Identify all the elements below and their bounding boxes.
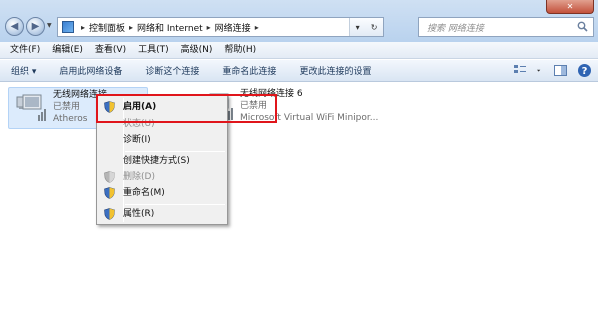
highlight-annotation-box [96,94,277,123]
recent-pages-dropdown[interactable]: ▼ [47,22,52,29]
back-button[interactable]: ◀ [5,17,24,36]
menu-item-label: 重命名(M) [123,188,165,198]
title-bar: ✕ ◀ ▶ ▼ ▸ 控制面板 ▸ 网络和 Internet ▸ 网络连接 ▸ ▾… [0,0,598,42]
refresh-button[interactable]: ↻ [371,23,378,32]
change-settings-button[interactable]: 更改此连接的设置 [299,64,371,77]
menu-item-label: 创建快捷方式(S) [123,156,190,166]
breadcrumb-separator[interactable]: ▸ [207,23,211,32]
breadcrumb-separator[interactable]: ▸ [81,23,85,32]
chevron-down-icon[interactable] [537,63,544,78]
search-placeholder: 搜索 网络连接 [427,23,484,34]
menu-item-label: 删除(D) [123,172,155,182]
uac-shield-icon [104,208,115,220]
uac-shield-icon [104,187,115,199]
menu-help[interactable]: 帮助(H) [218,42,262,58]
enable-device-button[interactable]: 启用此网络设备 [59,64,122,77]
breadcrumb-separator[interactable]: ▸ [255,23,259,32]
forward-button[interactable]: ▶ [26,17,45,36]
uac-shield-icon [104,171,115,183]
svg-text:?: ? [582,66,588,77]
breadcrumb-network-internet[interactable]: 网络和 Internet [137,21,203,34]
menu-view[interactable]: 查看(V) [89,42,132,58]
preview-pane-icon[interactable] [553,63,568,78]
command-bar: 组织 ▾ 启用此网络设备 诊断这个连接 重命名此连接 更改此连接的设置 ? [0,60,598,82]
search-input[interactable]: 搜索 网络连接 [418,17,594,37]
rename-button[interactable]: 重命名此连接 [222,64,276,77]
menu-item-label: 诊断(I) [123,135,151,145]
breadcrumb-network-connections[interactable]: 网络连接 [215,21,251,34]
menu-item-label: 属性(R) [123,209,155,219]
menu-bar: 文件(F) 编辑(E) 查看(V) 工具(T) 高级(N) 帮助(H) [0,42,598,59]
menu-item-rename[interactable]: 重命名(M) [99,185,225,201]
address-bar[interactable]: ▸ 控制面板 ▸ 网络和 Internet ▸ 网络连接 ▸ ▾ ↻ [57,17,384,37]
breadcrumb-separator[interactable]: ▸ [129,23,133,32]
view-controls: ? [513,63,592,78]
control-panel-icon [62,21,74,33]
address-dropdown-button[interactable]: ▾ [356,23,360,32]
network-adapter-icon [16,94,46,121]
breadcrumb-control-panel[interactable]: 控制面板 [89,21,125,34]
search-icon[interactable] [577,21,588,32]
menu-edit[interactable]: 编辑(E) [46,42,89,58]
menu-item-delete[interactable]: 删除(D) [99,169,225,185]
menu-item-create-shortcut[interactable]: 创建快捷方式(S) [99,153,225,169]
help-icon[interactable]: ? [577,63,592,78]
close-button[interactable]: ✕ [546,0,594,14]
change-view-icon[interactable] [513,63,528,78]
organize-button[interactable]: 组织 ▾ [11,64,36,77]
menu-separator [125,204,225,205]
connections-pane: 无线网络连接 已禁用 Atheros 无线网络连接 6 已禁用 Microsof… [0,83,598,316]
address-actions: ▾ ↻ [349,18,383,36]
diagnose-button[interactable]: 诊断这个连接 [145,64,199,77]
menu-advanced[interactable]: 高级(N) [175,42,219,58]
menu-item-diagnose[interactable]: 诊断(I) [99,132,225,148]
menu-file[interactable]: 文件(F) [4,42,46,58]
menu-item-properties[interactable]: 属性(R) [99,206,225,222]
menu-tools[interactable]: 工具(T) [132,42,175,58]
menu-separator [125,151,225,152]
